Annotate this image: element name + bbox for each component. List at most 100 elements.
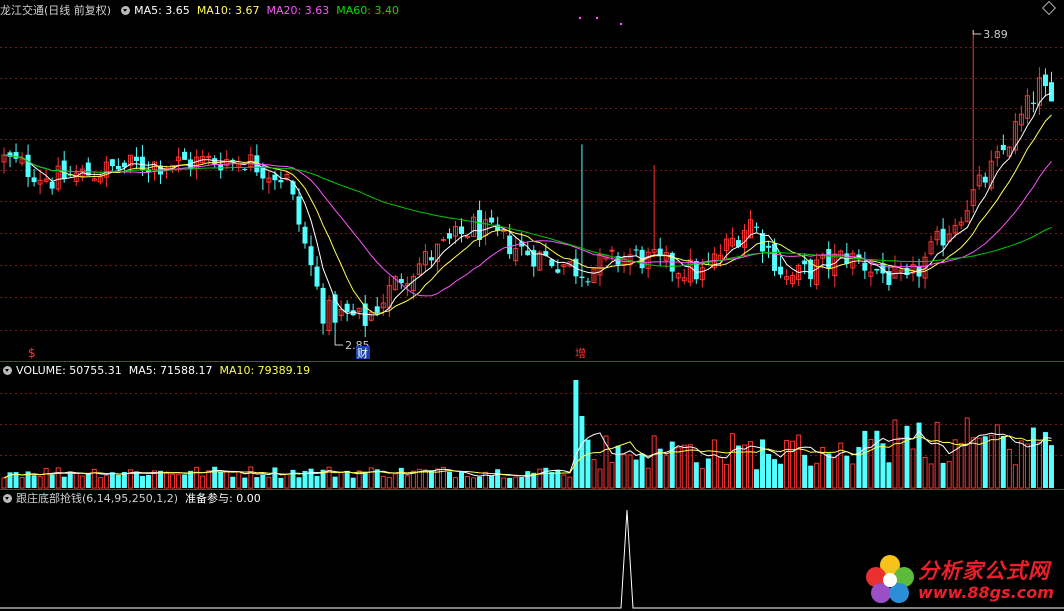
volume-bar <box>645 467 651 489</box>
volume-bar <box>338 471 344 489</box>
dropdown-icon[interactable] <box>3 494 12 503</box>
volume-bar <box>615 445 621 488</box>
volume-bar <box>790 440 796 489</box>
candle-body <box>308 246 314 266</box>
volume-bar <box>350 477 356 488</box>
volume-bar <box>218 471 224 488</box>
volume-bar <box>723 463 729 489</box>
volume-bar <box>862 430 868 488</box>
candle-body <box>25 154 31 177</box>
volume-bar <box>964 417 970 489</box>
volume-bar <box>802 454 808 488</box>
volume-bar <box>194 466 200 489</box>
volume-bar <box>754 469 759 488</box>
volume-bar <box>657 448 663 488</box>
volume-bar <box>898 437 904 489</box>
volume-bar <box>675 447 681 489</box>
volume-bar <box>952 439 958 489</box>
ma5-line <box>3 92 1052 316</box>
volume-bar <box>525 471 531 488</box>
volume-bar <box>880 443 886 488</box>
volume-bar <box>308 468 314 488</box>
volume-bar <box>61 476 67 488</box>
volume-bar <box>760 439 766 488</box>
candle-body <box>609 249 615 252</box>
volume-bar <box>139 475 145 488</box>
candle-body <box>778 266 784 275</box>
volume-bar <box>555 469 561 488</box>
volume-bar <box>501 477 507 489</box>
volume-bar <box>627 454 633 489</box>
high-price-label: 3.89 <box>983 28 1008 41</box>
volume-bar <box>176 474 182 489</box>
candle-body <box>808 259 814 280</box>
volume-bar <box>489 475 495 488</box>
volume-bar <box>573 380 579 488</box>
volume-bar <box>766 453 772 488</box>
candle-body <box>49 181 55 189</box>
volume-bar <box>639 453 645 488</box>
candle-body <box>657 248 663 255</box>
volume-bar <box>687 444 693 489</box>
volume-bar <box>892 419 898 489</box>
candle-body <box>766 245 772 248</box>
volume-bar <box>453 477 458 489</box>
volume-bar <box>477 476 483 488</box>
watermark-logo: 分析家公式网 www.88gs.com <box>862 551 1064 607</box>
volume-bar <box>266 476 272 489</box>
candle-body <box>489 217 495 223</box>
volume-bar <box>314 475 320 488</box>
volume-bar <box>296 477 302 488</box>
volume-bar <box>344 470 350 488</box>
volume-bar <box>1030 427 1036 488</box>
candle-body <box>477 210 483 240</box>
indicator-value: 准备参与: 0.00 <box>185 492 261 505</box>
volume-bar <box>633 459 639 488</box>
dropdown-icon[interactable] <box>3 366 12 375</box>
volume-bar <box>729 433 735 489</box>
candle-body <box>555 269 561 273</box>
volume-bar <box>597 468 603 489</box>
candle-body <box>501 229 507 232</box>
volume-bar <box>368 467 374 489</box>
candle-body <box>31 177 37 183</box>
volume-bar <box>206 470 212 489</box>
stock-chart[interactable]: 2.853.89$ 财增 <box>0 0 1064 611</box>
volume-bar <box>778 463 784 488</box>
watermark-url: www.88gs.com <box>918 583 1054 602</box>
volume-bar <box>55 467 61 489</box>
event-tag: 增 <box>575 346 586 360</box>
ma20-line <box>3 154 1052 297</box>
candle-body <box>278 179 284 183</box>
volume-bar <box>1 477 7 489</box>
volume-bar <box>874 430 880 488</box>
volume-bar <box>422 469 428 489</box>
volume-bar <box>946 461 952 489</box>
volume-bar <box>621 454 627 489</box>
volume-bar <box>784 439 790 489</box>
volume-bar <box>826 453 832 488</box>
volume-bar <box>440 466 446 489</box>
volume-bar <box>471 477 477 489</box>
dropdown-icon[interactable] <box>121 6 131 15</box>
volume-bar <box>928 463 934 489</box>
high-marker-line <box>972 30 982 35</box>
volume-bar <box>663 454 669 489</box>
candle-body <box>320 287 326 324</box>
volume-bar <box>459 471 465 488</box>
volume-bar <box>651 435 657 489</box>
candle-body <box>579 276 585 278</box>
volume-bar <box>182 474 188 488</box>
volume-bar <box>49 474 55 488</box>
volume-bar <box>248 466 254 489</box>
volume-bar <box>392 473 398 489</box>
candle-body <box>585 281 591 283</box>
volume-bar <box>242 477 248 488</box>
volume-bar <box>958 442 964 489</box>
volume-bar <box>332 476 338 488</box>
volume-bar <box>495 469 501 488</box>
volume-bar <box>230 476 236 488</box>
volume-value: VOLUME: 50755.31 <box>16 364 122 377</box>
candle-body <box>182 151 188 160</box>
candle-body <box>982 176 988 183</box>
